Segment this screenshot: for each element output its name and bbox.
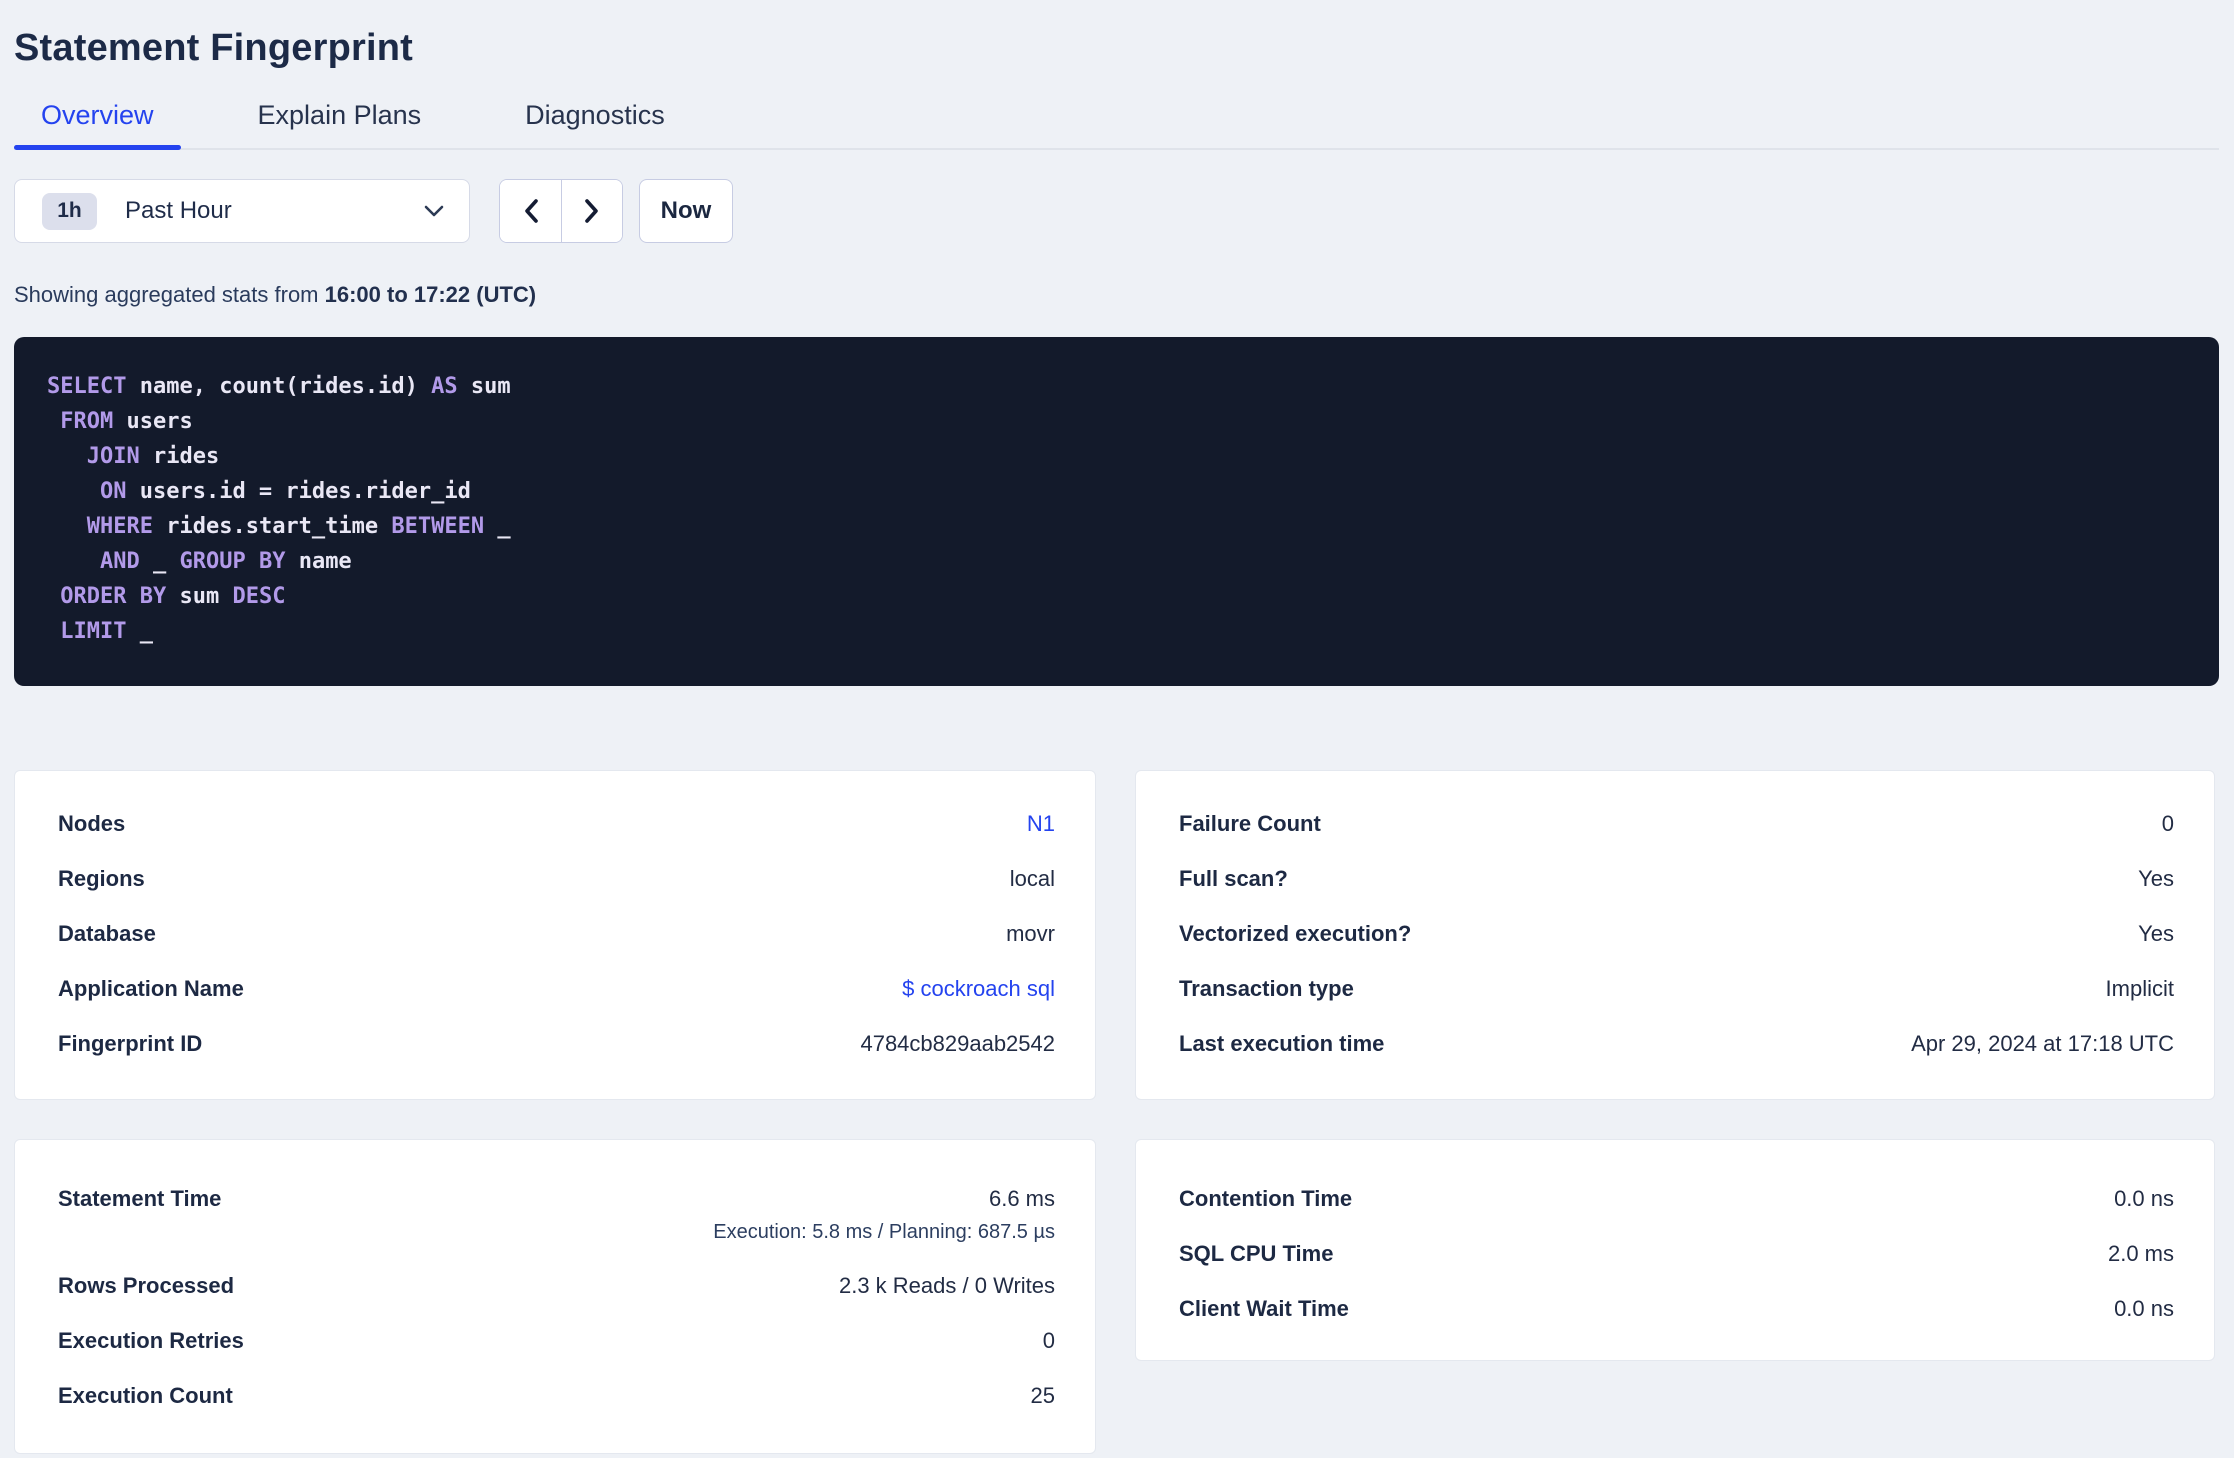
next-time-button[interactable]: [561, 180, 622, 242]
stat-value: 6.6 ms: [988, 1186, 1055, 1211]
stat-row: Full scan? Yes: [1179, 866, 2174, 892]
stat-value: 0: [1042, 1328, 1055, 1353]
sql-line: ORDER BY sum DESC: [60, 584, 286, 609]
stat-row: Rows Processed 2.3 k Reads / 0 Writes: [58, 1273, 1055, 1299]
stat-value: Apr 29, 2024 at 17:18 UTC: [1911, 1031, 2174, 1056]
stat-value: 4784cb829aab2542: [860, 1031, 1055, 1056]
stat-row: Execution Count 25: [58, 1383, 1055, 1409]
stat-value: 0: [2161, 811, 2174, 836]
stat-label: Failure Count: [1179, 811, 1321, 836]
tab-bar: Overview Explain Plans Diagnostics: [14, 100, 2219, 150]
stat-value: Implicit: [2105, 976, 2174, 1001]
stat-value: 2.3 k Reads / 0 Writes: [838, 1273, 1055, 1298]
stat-sub-value: Execution: 5.8 ms / Planning: 687.5 µs: [713, 1221, 1055, 1243]
stat-label: Full scan?: [1179, 866, 1288, 891]
stat-value: movr: [1006, 921, 1055, 946]
stats-caption-range: 16:00 to 17:22 (UTC): [324, 282, 537, 307]
sql-statement-box: SELECT name, count(rides.id) AS sum FROM…: [14, 337, 2219, 686]
stat-label: Last execution time: [1179, 1031, 1385, 1056]
stat-label: Execution Count: [58, 1383, 233, 1408]
stat-label: Rows Processed: [58, 1273, 235, 1298]
stat-label: Database: [58, 921, 156, 946]
chevron-down-icon: [423, 204, 445, 218]
time-nav-group: [499, 179, 623, 243]
sql-line: FROM users: [60, 409, 193, 434]
time-picker-row: 1h Past Hour Now: [14, 179, 2219, 243]
stat-row: Statement Time 6.6 ms Execution: 5.8 ms / …: [58, 1186, 1055, 1244]
stat-label: Application Name: [58, 976, 244, 1001]
stat-label: Fingerprint ID: [58, 1031, 203, 1056]
stat-row: Application Name $ cockroach sql: [58, 976, 1055, 1002]
stat-value: Yes: [2138, 866, 2174, 891]
stat-row: Execution Retries 0: [58, 1328, 1055, 1354]
stat-label: Statement Time: [58, 1186, 222, 1211]
stat-value: local: [1009, 866, 1055, 891]
card-performance-left: Statement Time 6.6 ms Execution: 5.8 ms / …: [14, 1139, 1096, 1454]
stat-label: Client Wait Time: [1179, 1296, 1349, 1321]
prev-time-button[interactable]: [500, 180, 561, 242]
sql-code: SELECT name, count(rides.id) AS sum FROM…: [47, 369, 2189, 649]
stat-row: Client Wait Time 0.0 ns: [1179, 1296, 2174, 1322]
stat-label: Execution Retries: [58, 1328, 244, 1353]
now-button[interactable]: Now: [639, 179, 733, 243]
stat-row: Contention Time 0.0 ns: [1179, 1186, 2174, 1212]
tab-diagnostics[interactable]: Diagnostics: [498, 100, 692, 148]
stat-value: 0.0 ns: [2114, 1296, 2174, 1321]
stat-label: Regions: [58, 866, 145, 891]
card-performance-right: Contention Time 0.0 ns SQL CPU Time 2.0 ms C…: [1135, 1139, 2215, 1361]
sql-line: AND _ GROUP BY name: [99, 549, 352, 574]
sql-line: LIMIT _: [60, 619, 153, 644]
stats-caption: Showing aggregated stats from 16:00 to 1…: [14, 282, 2219, 308]
sql-line: ON users.id = rides.rider_id: [99, 479, 471, 504]
page-title: Statement Fingerprint: [14, 27, 414, 69]
time-range-label: Past Hour: [125, 197, 232, 224]
sql-line: JOIN rides: [86, 444, 220, 469]
tab-explain-plans[interactable]: Explain Plans: [231, 100, 449, 148]
stat-value: Yes: [2138, 921, 2174, 946]
stat-value-link[interactable]: N1: [1027, 811, 1055, 837]
stat-row: Database movr: [58, 921, 1055, 947]
sql-line: WHERE rides.start_time BETWEEN _: [86, 514, 511, 539]
stat-row: Transaction type Implicit: [1179, 976, 2174, 1002]
card-overview-left: Nodes N1 Regions local Database movr Applicati…: [14, 770, 1096, 1100]
stat-label: Contention Time: [1179, 1186, 1353, 1211]
stat-row: Fingerprint ID 4784cb829aab2542: [58, 1031, 1055, 1057]
stat-row: SQL CPU Time 2.0 ms: [1179, 1241, 2174, 1267]
statement-fingerprint-page: Statement Fingerprint Overview Explain P…: [14, 26, 2219, 1454]
time-range-select[interactable]: 1h Past Hour: [14, 179, 470, 243]
stat-value-link[interactable]: $ cockroach sql: [902, 976, 1055, 1002]
stat-row: Last execution time Apr 29, 2024 at 17:18…: [1179, 1031, 2174, 1057]
card-overview-right: Failure Count 0 Full scan? Yes Vectorized ex…: [1135, 770, 2215, 1100]
stat-value: 25: [1030, 1383, 1055, 1408]
stat-row: Vectorized execution? Yes: [1179, 921, 2174, 947]
stat-label: Transaction type: [1179, 976, 1354, 1001]
stat-row: Regions local: [58, 866, 1055, 892]
stat-value: 2.0 ms: [2107, 1241, 2174, 1266]
tab-overview[interactable]: Overview: [14, 100, 181, 150]
chevron-left-icon: [522, 197, 540, 225]
stat-value: 0.0 ns: [2114, 1186, 2174, 1211]
stats-cards-grid: Nodes N1 Regions local Database movr Applicati…: [14, 770, 2219, 1454]
stat-row: Nodes N1: [58, 811, 1055, 837]
stats-caption-prefix: Showing aggregated stats from: [14, 282, 325, 307]
stat-label: SQL CPU Time: [1179, 1241, 1334, 1266]
time-range-badge: 1h: [42, 192, 97, 230]
chevron-right-icon: [583, 197, 601, 225]
stat-label: Vectorized execution?: [1179, 921, 1412, 946]
stat-row: Failure Count 0: [1179, 811, 2174, 837]
sql-line: SELECT name, count(rides.id) AS sum: [47, 374, 511, 399]
stat-label: Nodes: [58, 811, 126, 836]
